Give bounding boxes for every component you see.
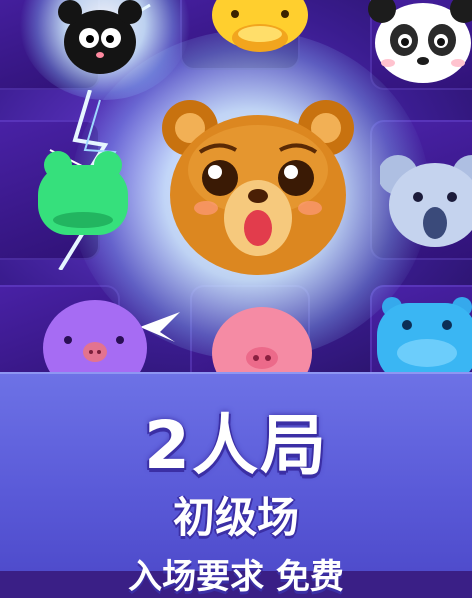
mode-title: 2人局	[144, 407, 328, 484]
entry-requirement: 入场要求 免费	[128, 557, 344, 597]
panda-tile[interactable]	[368, 0, 472, 90]
black-cat-tile[interactable]	[55, 0, 145, 80]
purple-pig-tile[interactable]	[40, 298, 150, 372]
brown-bear-tile[interactable]	[158, 90, 358, 280]
yellow-duck-tile[interactable]	[200, 0, 320, 60]
green-frog-tile[interactable]	[28, 145, 138, 245]
mode-banner[interactable]: 2人局 初级场 入场要求 免费	[0, 372, 472, 597]
blue-hippo-tile[interactable]	[372, 293, 472, 372]
mode-level: 初级场	[172, 493, 299, 542]
game-board	[0, 0, 472, 372]
koala-tile[interactable]	[380, 145, 472, 255]
pink-pig-tile[interactable]	[207, 303, 317, 372]
